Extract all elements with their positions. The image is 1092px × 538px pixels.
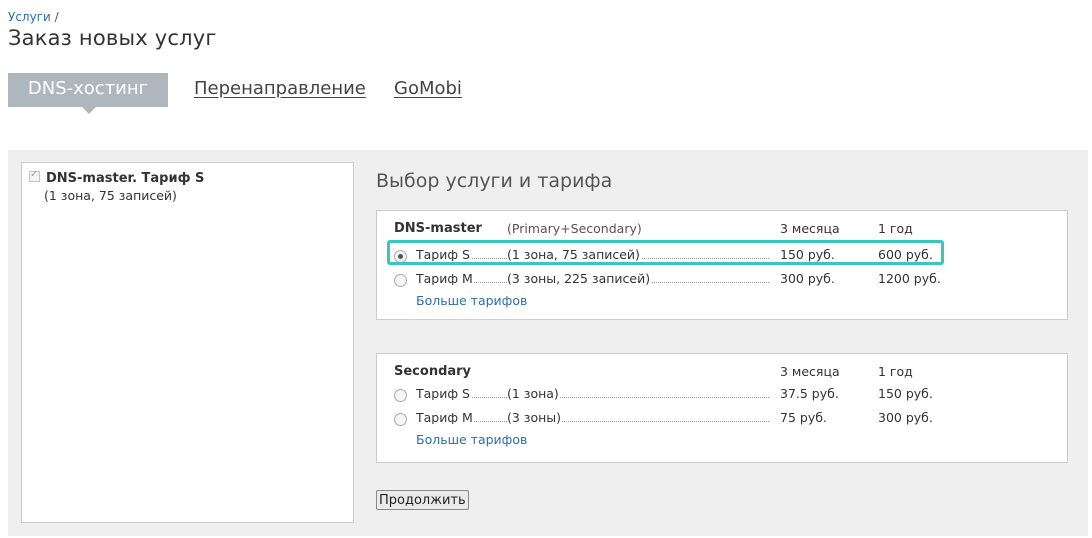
cart-item-title: DNS-master. Тариф S: [46, 171, 205, 186]
dns-master-description: (Primary+Secondary): [507, 221, 642, 236]
tariff-line: Тариф M (3 зоны): [416, 410, 769, 424]
tariff-row-secondary-s[interactable]: Тариф S (1 зона) 37.5 руб. 150 руб.: [377, 384, 1067, 404]
tab-dns-hosting[interactable]: DNS-хостинг: [8, 73, 168, 114]
page-title: Заказ новых услуг: [8, 26, 217, 50]
column-header-1-year: 1 год: [878, 364, 913, 379]
column-header-3-months: 3 месяца: [780, 364, 840, 379]
breadcrumb-separator: /: [54, 10, 59, 24]
more-tariffs-link-secondary[interactable]: Больше тарифов: [416, 432, 527, 447]
dns-master-title: DNS-master: [394, 221, 482, 236]
breadcrumb: Услуги /: [8, 10, 59, 24]
tariff-price-1-year: 150 руб.: [878, 386, 933, 401]
tariff-description: (3 зоны, 225 записей): [507, 271, 652, 285]
tariff-price-1-year: 1200 руб.: [878, 271, 941, 286]
secondary-box: Secondary 3 месяца 1 год Тариф S (1 зона…: [376, 353, 1068, 463]
cart-item-subtitle: (1 зона, 75 записей): [44, 188, 177, 203]
tariff-radio-secondary-s[interactable]: [394, 389, 407, 402]
tariff-description: (3 зоны): [507, 410, 563, 424]
section-title: Выбор услуги и тарифа: [376, 170, 613, 192]
cart-item-checkbox[interactable]: [29, 169, 40, 182]
column-header-3-months: 3 месяца: [780, 221, 840, 236]
tab-dns-hosting-label: DNS-хостинг: [27, 78, 149, 99]
dns-master-box: DNS-master (Primary+Secondary) 3 месяца …: [376, 210, 1068, 320]
tariff-price-3-months: 37.5 руб.: [780, 386, 839, 401]
tariff-line: Тариф M (3 зоны, 225 записей): [416, 271, 769, 285]
tariff-name: Тариф M: [416, 410, 474, 424]
secondary-title: Secondary: [394, 364, 472, 379]
cart-box: DNS-master. Тариф S (1 зона, 75 записей): [21, 162, 354, 523]
tariff-price-1-year: 300 руб.: [878, 410, 933, 425]
tariff-price-3-months: 75 руб.: [780, 410, 827, 425]
breadcrumb-services-link[interactable]: Услуги: [8, 10, 51, 24]
tariff-row-secondary-m[interactable]: Тариф M (3 зоны) 75 руб. 300 руб.: [377, 408, 1067, 428]
tariff-radio-dns-master-m[interactable]: [394, 274, 407, 287]
tariff-radio-secondary-m[interactable]: [394, 413, 407, 426]
tariff-name: Тариф S: [416, 386, 471, 400]
tariff-description: (1 зона): [507, 386, 560, 400]
tariff-line: Тариф S (1 зона): [416, 386, 769, 400]
order-panel: DNS-master. Тариф S (1 зона, 75 записей)…: [8, 150, 1088, 536]
tariff-price-3-months: 300 руб.: [780, 271, 835, 286]
tab-redirect[interactable]: Перенаправление: [194, 73, 366, 107]
continue-button[interactable]: Продолжить: [376, 490, 469, 510]
column-header-1-year: 1 год: [878, 221, 913, 236]
tab-gomobi[interactable]: GoMobi: [394, 73, 462, 107]
more-tariffs-link-dns-master[interactable]: Больше тарифов: [416, 293, 527, 308]
tariff-row-dns-master-m[interactable]: Тариф M (3 зоны, 225 записей) 300 руб. 1…: [377, 269, 1067, 289]
selected-tariff-highlight: [387, 240, 944, 265]
active-tab-arrow: [82, 107, 96, 114]
tariff-name: Тариф M: [416, 271, 474, 285]
